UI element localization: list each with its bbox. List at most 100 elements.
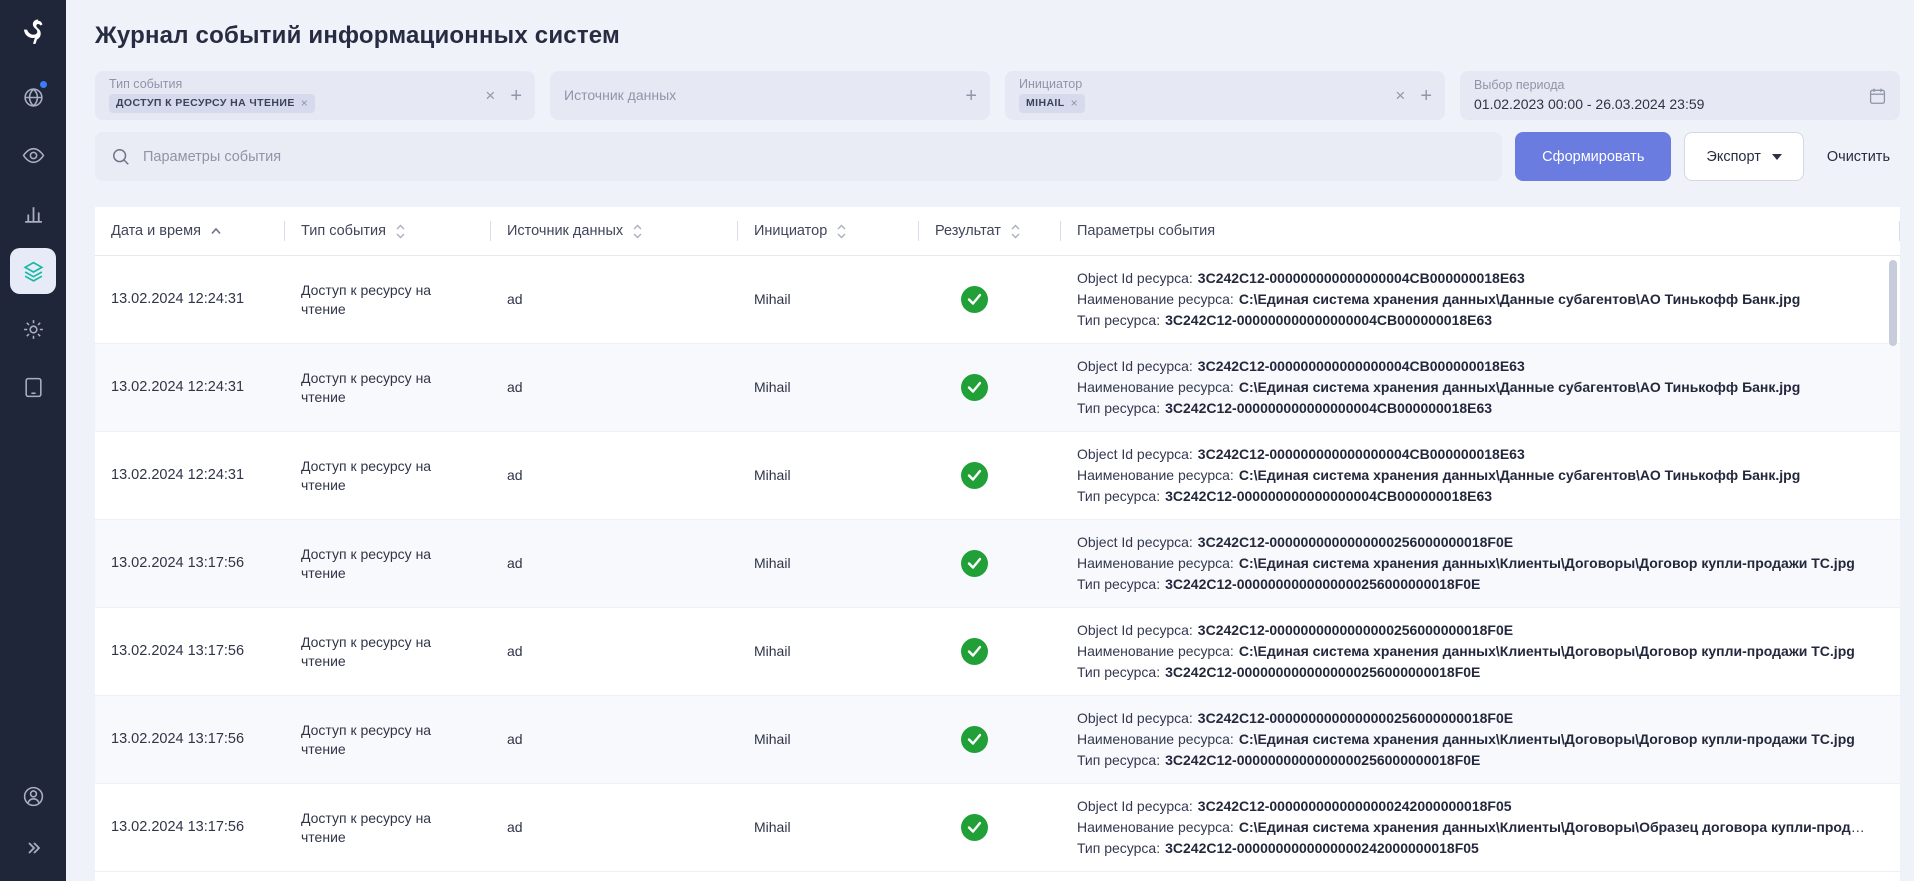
sidebar-item-profile[interactable] <box>10 773 56 819</box>
table-row[interactable]: 13.02.2024 13:17:56 Доступ к ресурсу на … <box>95 608 1900 696</box>
column-header-initiator[interactable]: Инициатор <box>738 207 919 255</box>
table-row[interactable]: 13.02.2024 12:24:31 Доступ к ресурсу на … <box>95 344 1900 432</box>
cell-result <box>919 462 1061 489</box>
cell-datetime: 13.02.2024 12:24:31 <box>95 466 285 486</box>
table-row[interactable]: 13.02.2024 13:17:56 Доступ к ресурсу на … <box>95 784 1900 872</box>
param-value: 3C242C12-000000000000000004CB000000018E6… <box>1165 488 1492 504</box>
generate-button[interactable]: Сформировать <box>1515 132 1671 181</box>
event-initiator: Mihail <box>754 379 791 395</box>
param-value: C:\Единая система хранения данных\Клиент… <box>1239 555 1855 571</box>
cell-params: Object Id ресурса: 3C242C12-0000000000000… <box>1061 444 1900 507</box>
param-value: C:\Единая система хранения данных\Клиент… <box>1239 819 1870 835</box>
tag-remove-icon[interactable]: × <box>1071 96 1078 110</box>
export-button[interactable]: Экспорт <box>1684 132 1803 181</box>
event-datetime: 13.02.2024 12:24:31 <box>111 291 244 307</box>
column-header-result[interactable]: Результат <box>919 207 1061 255</box>
param-label: Тип ресурса: <box>1077 488 1160 504</box>
column-header-source[interactable]: Источник данных <box>491 207 738 255</box>
success-check-icon <box>961 550 988 577</box>
param-line: Наименование ресурса:C:\Единая система х… <box>1077 553 1870 574</box>
sidebar-item-settings[interactable] <box>10 306 56 352</box>
filter-event-type-label: Тип события <box>109 78 521 92</box>
cell-source: ad <box>491 378 738 397</box>
sidebar <box>0 0 66 881</box>
clear-filter-icon[interactable]: × <box>1395 87 1405 104</box>
search-box[interactable] <box>95 132 1502 181</box>
page-title: Журнал событий информационных систем <box>95 22 1900 50</box>
filter-period[interactable]: Выбор периода 01.02.2023 00:00 - 26.03.2… <box>1460 71 1900 120</box>
param-label: Object Id ресурса: <box>1077 446 1193 462</box>
sort-asc-icon <box>210 227 222 235</box>
event-datetime: 13.02.2024 12:24:31 <box>111 379 244 395</box>
param-value: C:\Единая система хранения данных\Данные… <box>1239 291 1800 307</box>
cell-result <box>919 814 1061 841</box>
event-datetime: 13.02.2024 13:17:56 <box>111 555 244 571</box>
sidebar-item-monitoring[interactable] <box>10 132 56 178</box>
table-row[interactable]: 13.02.2024 13:17:56 Доступ к ресурсу на … <box>95 520 1900 608</box>
app-logo[interactable] <box>13 12 53 52</box>
param-line: Тип ресурса:3C242C12-000000000000000004C… <box>1077 310 1870 331</box>
notification-dot <box>40 81 47 88</box>
sidebar-expand-button[interactable] <box>10 825 56 871</box>
calendar-icon[interactable] <box>1868 86 1887 105</box>
cell-params: Object Id ресурса:3C242C12-0000000000000… <box>1061 532 1900 595</box>
filter-data-source-label: Источник данных <box>564 88 976 103</box>
sidebar-item-reports[interactable] <box>10 190 56 236</box>
cell-initiator: Mihail <box>738 642 919 661</box>
sort-both-icon <box>395 224 406 239</box>
param-label: Тип ресурса: <box>1077 312 1160 328</box>
gear-icon <box>22 318 45 341</box>
event-initiator: Mihail <box>754 643 791 659</box>
clear-filter-icon[interactable]: × <box>485 87 495 104</box>
tag-event-type[interactable]: ДОСТУП К РЕСУРСУ НА ЧТЕНИЕ × <box>109 94 315 113</box>
layers-icon <box>22 260 45 283</box>
cell-initiator: Mihail <box>738 554 919 573</box>
event-initiator: Mihail <box>754 731 791 747</box>
sort-both-icon <box>632 224 643 239</box>
event-source: ad <box>507 643 523 659</box>
tag-remove-icon[interactable]: × <box>301 96 308 110</box>
clear-button[interactable]: Очистить <box>1817 132 1900 181</box>
filter-event-type[interactable]: Тип события ДОСТУП К РЕСУРСУ НА ЧТЕНИЕ ×… <box>95 71 535 120</box>
search-icon <box>111 147 131 167</box>
param-label: Тип ресурса: <box>1077 840 1160 856</box>
table-row[interactable]: 13.02.2024 12:24:31 Доступ к ресурсу на … <box>95 432 1900 520</box>
filter-initiator[interactable]: Инициатор MIHAIL × × + <box>1005 71 1445 120</box>
column-header-datetime[interactable]: Дата и время <box>95 207 285 255</box>
network-globe-icon <box>22 86 45 109</box>
sort-both-icon <box>836 224 847 239</box>
table-row[interactable]: 13.02.2024 13:17:56 Доступ к ресурсу на … <box>95 696 1900 784</box>
cell-result <box>919 638 1061 665</box>
param-line: Наименование ресурса:C:\Единая система х… <box>1077 465 1870 486</box>
param-line: Тип ресурса:3C242C12-0000000000000000256… <box>1077 750 1870 771</box>
success-check-icon <box>961 286 988 313</box>
scrollbar-thumb[interactable] <box>1889 260 1897 346</box>
search-input[interactable] <box>143 149 1486 165</box>
param-line: Object Id ресурса:3C242C12-0000000000000… <box>1077 708 1870 729</box>
event-datetime: 13.02.2024 13:17:56 <box>111 819 244 835</box>
cell-initiator: Mihail <box>738 730 919 749</box>
event-type: Доступ к ресурсу на чтение <box>301 458 431 493</box>
column-label: Параметры события <box>1077 223 1215 239</box>
table-row[interactable]: 13.02.2024 12:24:31 Доступ к ресурсу на … <box>95 256 1900 344</box>
success-check-icon <box>961 814 988 841</box>
sidebar-item-devices[interactable] <box>10 364 56 410</box>
param-line: Тип ресурса:3C242C12-0000000000000000256… <box>1077 574 1870 595</box>
add-filter-icon[interactable]: + <box>510 86 522 106</box>
tag-initiator[interactable]: MIHAIL × <box>1019 94 1085 113</box>
sidebar-item-network[interactable] <box>10 74 56 120</box>
param-value: 3C242C12-000000000000000004CB000000018E6… <box>1198 446 1525 462</box>
param-label: Тип ресурса: <box>1077 576 1160 592</box>
profile-icon <box>22 785 45 808</box>
column-header-event-type[interactable]: Тип события <box>285 207 491 255</box>
sidebar-bottom <box>10 773 56 871</box>
add-filter-icon[interactable]: + <box>1420 86 1432 106</box>
event-initiator: Mihail <box>754 291 791 307</box>
filter-data-source[interactable]: Источник данных + <box>550 71 990 120</box>
param-value: 3C242C12-0000000000000000256000000018F0E <box>1198 534 1513 550</box>
add-filter-icon[interactable]: + <box>965 86 977 106</box>
cell-datetime: 13.02.2024 12:24:31 <box>95 290 285 310</box>
param-value: C:\Единая система хранения данных\Клиент… <box>1239 731 1855 747</box>
event-type: Доступ к ресурсу на чтение <box>301 370 431 405</box>
sidebar-item-event-log[interactable] <box>10 248 56 294</box>
